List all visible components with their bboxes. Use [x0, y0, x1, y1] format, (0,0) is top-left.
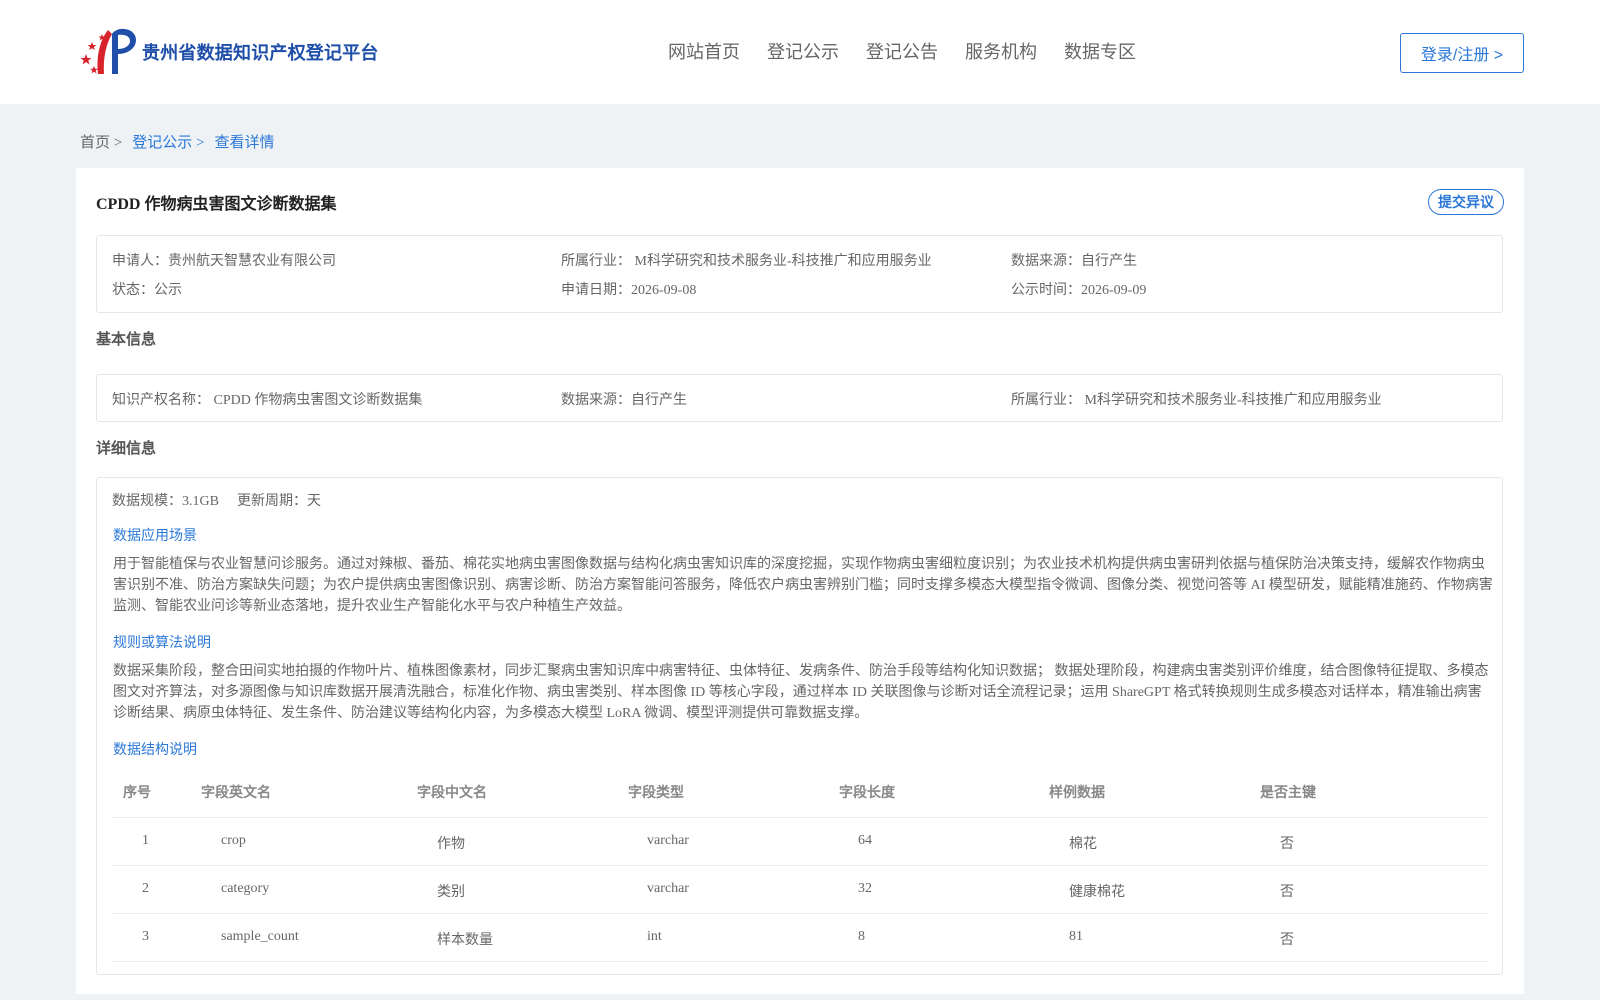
cell-chinese-name: 类别	[437, 885, 465, 900]
table-row: 1 crop 作物 varchar 64 棉花 否	[113, 818, 1489, 866]
table-row: 3 sample_count 样本数量 int 8 81 否	[113, 914, 1489, 962]
platform-name: 贵州省数据知识产权登记平台	[142, 43, 379, 63]
applicant-field: 申请人：贵州航天智慧农业有限公司	[112, 254, 336, 269]
cell-primary-key: 否	[1280, 837, 1294, 852]
main-nav: 网站首页 登记公示 登记公告 服务机构 数据专区	[668, 38, 1163, 64]
cell-sample-data: 81	[1069, 929, 1083, 944]
column-header-chinese-name: 字段中文名	[417, 786, 487, 801]
submit-objection-button[interactable]: 提交异议	[1428, 189, 1504, 215]
cell-chinese-name: 样本数量	[437, 933, 493, 948]
column-header-field-type: 字段类型	[628, 786, 684, 801]
cell-field-length: 8	[858, 929, 865, 944]
cell-index: 3	[142, 929, 149, 944]
basic-data-source-field: 数据来源：自行产生	[561, 393, 687, 408]
breadcrumb-home[interactable]: 首页 >	[80, 131, 122, 152]
summary-box: 申请人：贵州航天智慧农业有限公司 所属行业： M科学研究和技术服务业-科技推广和…	[96, 235, 1503, 313]
table-row: 2 category 类别 varchar 32 健康棉花 否	[113, 866, 1489, 914]
cell-sample-data: 健康棉花	[1069, 885, 1125, 900]
application-scenario-title: 数据应用场景	[113, 529, 197, 544]
cell-english-name: sample_count	[221, 929, 299, 944]
industry-field: 所属行业： M科学研究和技术服务业-科技推广和应用服务业	[561, 254, 932, 269]
column-header-field-length: 字段长度	[839, 786, 895, 801]
cell-field-type: int	[647, 929, 662, 944]
cell-primary-key: 否	[1280, 885, 1294, 900]
nav-item-data-zone[interactable]: 数据专区	[1064, 38, 1136, 64]
platform-logo[interactable]: 贵州省数据知识产权登记平台	[78, 26, 379, 78]
status-field: 状态：公示	[112, 283, 182, 298]
detail-panel: CPDD 作物病虫害图文诊断数据集 提交异议 申请人：贵州航天智慧农业有限公司 …	[76, 168, 1524, 994]
data-structure-table: 序号 字段英文名 字段中文名 字段类型 字段长度 样例数据 是否主键 1 cro…	[113, 770, 1489, 962]
cell-primary-key: 否	[1280, 933, 1294, 948]
table-header-row: 序号 字段英文名 字段中文名 字段类型 字段长度 样例数据 是否主键	[113, 770, 1489, 818]
column-header-index: 序号	[123, 786, 151, 801]
top-header: 贵州省数据知识产权登记平台 网站首页 登记公示 登记公告 服务机构 数据专区 登…	[0, 0, 1600, 104]
cell-english-name: crop	[221, 833, 246, 848]
nav-item-home[interactable]: 网站首页	[668, 38, 740, 64]
login-register-button[interactable]: 登录/注册 >	[1400, 33, 1524, 73]
nav-item-registration-announcement[interactable]: 登记公告	[866, 38, 938, 64]
cell-field-type: varchar	[647, 833, 689, 848]
ip-name-field: 知识产权名称： CPDD 作物病虫害图文诊断数据集	[112, 393, 423, 408]
cell-field-length: 32	[858, 881, 872, 896]
dataset-title: CPDD 作物病虫害图文诊断数据集	[96, 196, 337, 213]
breadcrumb-view-details[interactable]: 查看详情	[214, 131, 274, 152]
cell-index: 1	[142, 833, 149, 848]
rules-algorithm-title: 规则或算法说明	[113, 636, 211, 651]
nav-item-service-agencies[interactable]: 服务机构	[965, 38, 1037, 64]
cell-sample-data: 棉花	[1069, 837, 1097, 852]
detail-info-box: 数据规模：3.1GB 更新周期：天 数据应用场景 用于智能植保与农业智慧问诊服务…	[96, 477, 1503, 975]
cell-field-type: varchar	[647, 881, 689, 896]
rules-algorithm-text: 数据采集阶段，整合田间实地拍摄的作物叶片、植株图像素材，同步汇聚病虫害知识库中病…	[113, 664, 1489, 721]
nav-item-registration-publicity[interactable]: 登记公示	[767, 38, 839, 64]
apply-date-field: 申请日期：2026-09-08	[561, 283, 697, 298]
breadcrumb-registration-publicity[interactable]: 登记公示 >	[132, 131, 204, 152]
column-header-primary-key: 是否主键	[1260, 786, 1316, 801]
basic-industry-field: 所属行业： M科学研究和技术服务业-科技推广和应用服务业	[1011, 393, 1382, 408]
cell-english-name: category	[221, 881, 270, 896]
cell-chinese-name: 作物	[437, 837, 465, 852]
data-scale-field: 数据规模：3.1GB	[112, 494, 219, 509]
logo-emblem-icon	[80, 28, 136, 74]
basic-info-box: 知识产权名称： CPDD 作物病虫害图文诊断数据集 数据来源：自行产生 所属行业…	[96, 374, 1503, 422]
data-source-field: 数据来源：自行产生	[1011, 254, 1137, 269]
cell-index: 2	[142, 881, 149, 896]
data-structure-title: 数据结构说明	[113, 743, 197, 758]
update-cycle-field: 更新周期：天	[237, 494, 321, 509]
breadcrumb: 首页 > 登记公示 > 查看详情	[80, 131, 284, 152]
column-header-sample-data: 样例数据	[1049, 786, 1105, 801]
cell-field-length: 64	[858, 833, 872, 848]
basic-info-heading: 基本信息	[96, 332, 157, 348]
detail-info-heading: 详细信息	[96, 441, 157, 457]
application-scenario-text: 用于智能植保与农业智慧问诊服务。通过对辣椒、番茄、棉花实地病虫害图像数据与结构化…	[113, 557, 1493, 614]
publicity-date-field: 公示时间：2026-09-09	[1011, 283, 1147, 298]
column-header-english-name: 字段英文名	[201, 786, 271, 801]
